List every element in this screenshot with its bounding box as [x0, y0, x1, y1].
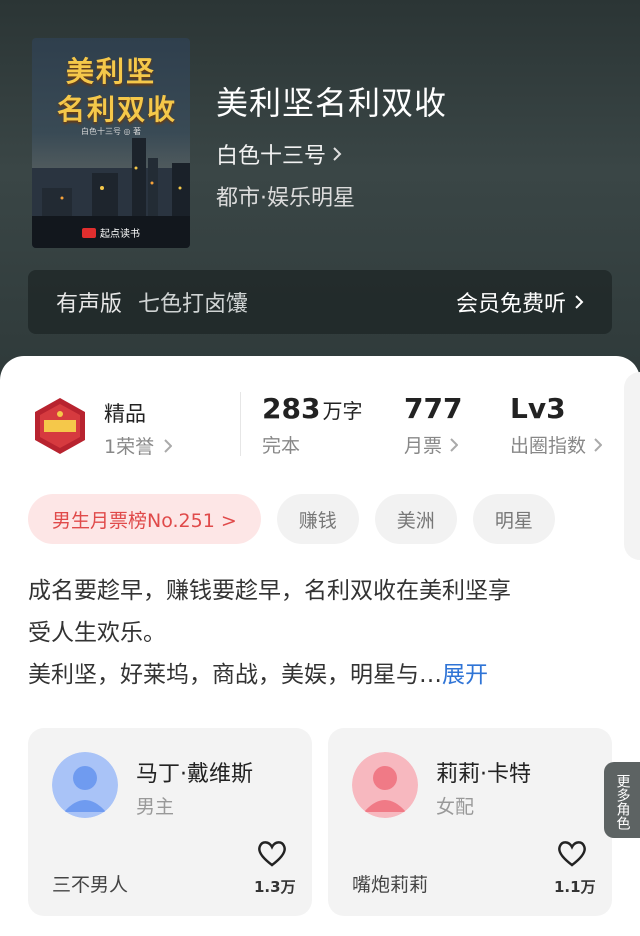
publisher-name: 起点读书	[100, 229, 140, 240]
character-card-peek	[624, 372, 640, 560]
tag-item[interactable]: 明星	[472, 494, 555, 544]
word-count-label: 完本	[262, 435, 301, 457]
character-tag: 三不男人	[52, 874, 129, 896]
divider	[240, 392, 241, 456]
cover-title: 美利坚	[65, 55, 156, 88]
character-card[interactable]: 莉莉·卡特 女配 嘴炮莉莉 1.1万	[328, 728, 612, 916]
stats-row: 精品 1荣誉 283 万字 完本 777 月票 Lv3 出圈指数	[0, 386, 640, 466]
popularity-index-stat[interactable]: Lv3 出圈指数	[510, 392, 603, 458]
chevron-right-icon	[164, 438, 173, 453]
heart-icon[interactable]	[556, 838, 588, 868]
tag-item[interactable]: 美洲	[374, 494, 457, 544]
description-line: 受人生欢乐。	[28, 620, 166, 646]
heart-icon[interactable]	[256, 838, 288, 868]
word-count-stat: 283 万字 完本	[262, 392, 362, 458]
character-name: 马丁·戴维斯	[136, 762, 253, 787]
character-avatar	[52, 752, 118, 818]
character-list: 马丁·戴维斯 男主 三不男人 1.3万 莉莉·卡特 女配 嘴炮莉莉 1.1万	[28, 728, 640, 916]
description-line: 成名要趁早，赚钱要趁早，名利双收在美利坚享	[28, 578, 511, 604]
author-link[interactable]: 白色十三号	[216, 138, 342, 170]
honor-badge-icon[interactable]	[30, 396, 90, 456]
like-count: 1.3万	[254, 878, 296, 896]
author-name: 白色十三号	[216, 144, 327, 169]
cover-title: 名利双收	[56, 93, 177, 126]
description-line: 美利坚，好莱坞，商战，美娱，明星与…	[28, 662, 442, 688]
chevron-right-icon	[575, 295, 584, 309]
listen-free-label: 会员免费听	[455, 292, 566, 317]
chevron-right-icon	[450, 437, 459, 452]
monthly-votes-stat[interactable]: 777 月票	[404, 392, 462, 458]
character-card[interactable]: 马丁·戴维斯 男主 三不男人 1.3万	[28, 728, 312, 916]
character-role: 男主	[136, 796, 175, 818]
character-avatar	[352, 752, 418, 818]
chevron-right-icon	[594, 437, 603, 452]
rank-tag[interactable]: 男生月票榜No.251 >	[28, 494, 261, 544]
word-count-unit: 万字	[322, 399, 363, 423]
audio-version-bar[interactable]: 有声版 七色打卤馕 会员免费听	[28, 270, 612, 334]
publisher-badge	[82, 227, 96, 238]
book-detail-panel: 精品 1荣誉 283 万字 完本 777 月票 Lv3 出圈指数 男生月票榜No.…	[0, 356, 640, 936]
monthly-votes-value: 777	[404, 392, 463, 425]
character-name: 莉莉·卡特	[436, 762, 531, 787]
monthly-votes-label: 月票	[404, 435, 443, 457]
audio-narrator: 七色打卤馕	[138, 292, 249, 317]
character-role: 女配	[436, 796, 475, 818]
chevron-right-icon	[333, 147, 342, 161]
publisher-logo: 起点读书	[82, 225, 140, 240]
book-title: 美利坚名利双收	[216, 84, 448, 122]
popularity-index-value: Lv3	[510, 392, 566, 425]
book-header: 美利坚 名利双收 白色十三号 ◎ 著 起点读书 美利坚名利双收 白色十三号 都市…	[0, 0, 640, 380]
like-count: 1.1万	[554, 878, 596, 896]
honor-count: 1荣誉	[104, 436, 155, 458]
expand-link[interactable]: 展开	[442, 662, 488, 688]
tag-list: 男生月票榜No.251 > 赚钱 美洲 明星	[28, 494, 555, 544]
popularity-index-label: 出圈指数	[510, 435, 587, 457]
honor-link[interactable]: 1荣誉	[104, 432, 173, 459]
book-description: 成名要趁早，赚钱要趁早，名利双收在美利坚享 受人生欢乐。 美利坚，好莱坞，商战，…	[28, 570, 618, 696]
book-cover[interactable]: 美利坚 名利双收 白色十三号 ◎ 著 起点读书	[32, 38, 190, 248]
tag-item[interactable]: 赚钱	[276, 494, 359, 544]
honor-title: 精品	[104, 402, 146, 426]
word-count-value: 283	[262, 392, 321, 425]
more-roles-button[interactable]: 更多角色	[604, 762, 640, 838]
audio-label: 有声版	[56, 292, 123, 317]
character-tag: 嘴炮莉莉	[352, 874, 429, 896]
book-genre: 都市·娱乐明星	[216, 186, 355, 211]
listen-free-button[interactable]: 会员免费听	[456, 286, 584, 318]
